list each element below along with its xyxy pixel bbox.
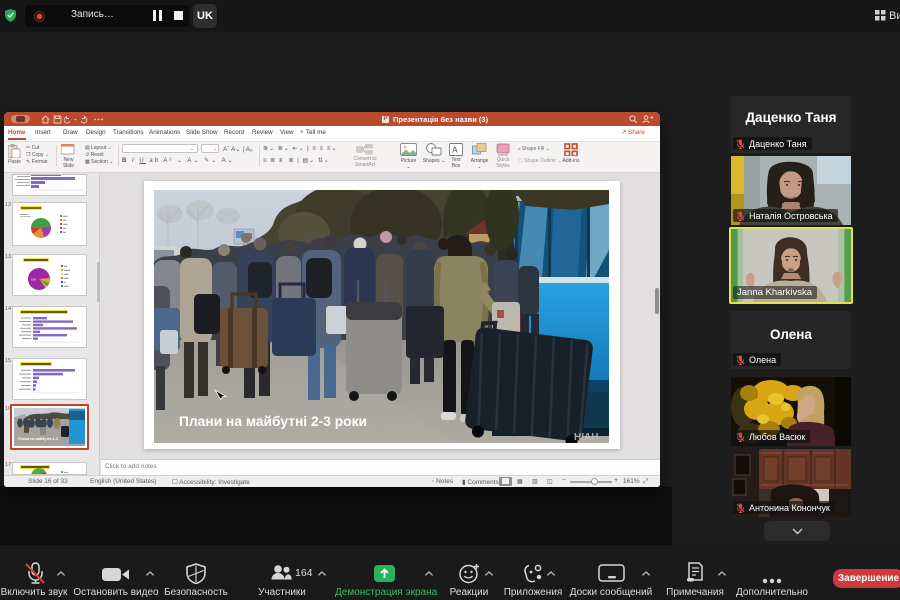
svg-text:91%: 91% (31, 279, 37, 282)
svg-text:■■■: ■■■ (64, 471, 69, 474)
svg-text:■■: ■■ (63, 227, 67, 230)
svg-text:Плани на майбутні 2-3 роки: Плани на майбутні 2-3 роки (179, 414, 367, 429)
svg-text:■■: ■■ (63, 231, 67, 234)
svg-text:Плани на майбутні 2-3: Плани на майбутні 2-3 (18, 437, 58, 441)
svg-text:■■: ■■ (63, 219, 67, 222)
svg-text:■■■: ■■■ (64, 273, 69, 276)
svg-text:■■■■: ■■■■ (64, 269, 71, 272)
svg-text:■: ■ (64, 281, 66, 284)
svg-text:■■■: ■■■ (63, 223, 68, 226)
svg-text:НІАН: НІАН (574, 432, 598, 443)
svg-text:■■: ■■ (64, 265, 68, 268)
svg-text:■■■: ■■■ (64, 285, 69, 288)
svg-text:A: A (452, 146, 458, 155)
svg-text:■■■: ■■■ (63, 215, 68, 218)
svg-text:■■■: ■■■ (64, 277, 69, 280)
